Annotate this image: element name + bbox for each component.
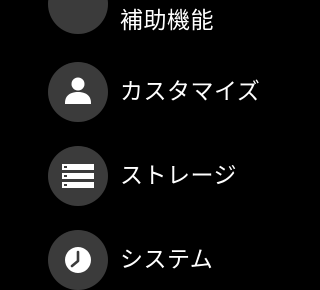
settings-item-accessibility[interactable]: 補助機能	[0, 0, 320, 34]
person-icon	[48, 62, 108, 122]
settings-item-label: カスタマイズ	[120, 79, 261, 105]
settings-item-system[interactable]: システム	[0, 230, 320, 290]
settings-item-label: ストレージ	[120, 163, 238, 189]
clock-icon	[48, 230, 108, 290]
settings-item-label: システム	[120, 247, 214, 273]
storage-icon	[48, 146, 108, 206]
settings-item-storage[interactable]: ストレージ	[0, 146, 320, 216]
accessibility-icon	[48, 0, 108, 34]
settings-list: 補助機能 カスタマイズ ストレージ システム	[0, 0, 320, 290]
settings-item-customize[interactable]: カスタマイズ	[0, 62, 320, 132]
settings-item-label: 補助機能	[120, 8, 214, 34]
